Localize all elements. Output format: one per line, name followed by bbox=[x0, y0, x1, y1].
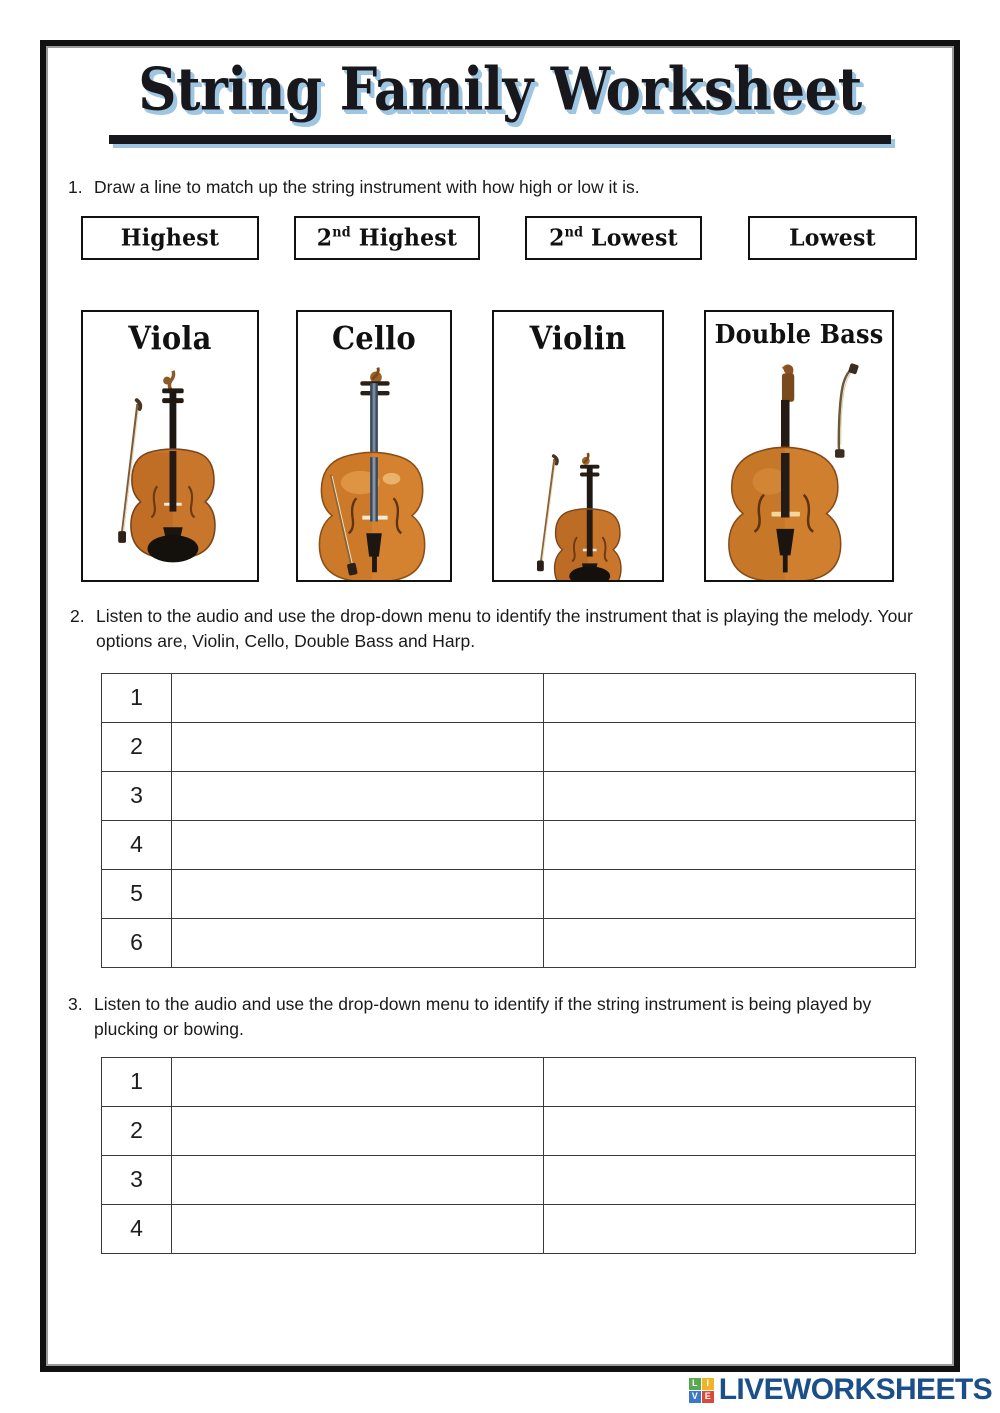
row-number: 4 bbox=[101, 1203, 172, 1254]
answer-cell-b[interactable] bbox=[543, 672, 916, 723]
violin-illustration bbox=[494, 362, 662, 596]
instrument-name-viola: Viola bbox=[128, 319, 212, 357]
page-title: String Family Worksheet bbox=[138, 54, 862, 125]
table-row: 2 bbox=[101, 1105, 916, 1156]
worksheet-page-frame: String Family Worksheet 1. Draw a line t… bbox=[40, 40, 960, 1372]
question-1-number: 1. bbox=[68, 176, 83, 197]
pitch-box-second-lowest[interactable]: 2nd Lowest bbox=[525, 216, 702, 261]
instrument-name-cello: Cello bbox=[332, 319, 416, 357]
instrument-card-cello[interactable]: Cello bbox=[296, 310, 452, 583]
logo-tile-e: E bbox=[701, 1390, 714, 1403]
answer-cell-a[interactable] bbox=[171, 1203, 544, 1254]
answer-cell-a[interactable] bbox=[171, 868, 544, 919]
answer-cell-b[interactable] bbox=[543, 770, 916, 821]
pitch-label-second-lowest: 2nd Lowest bbox=[549, 223, 678, 253]
pitch-box-highest[interactable]: Highest bbox=[81, 216, 259, 261]
cello-illustration bbox=[298, 362, 450, 583]
table-row: 1 bbox=[101, 672, 916, 723]
answer-cell-a[interactable] bbox=[171, 672, 544, 723]
answer-cell-a[interactable] bbox=[171, 819, 544, 870]
table-row: 5 bbox=[101, 868, 916, 919]
pitch-label-highest: Highest bbox=[120, 223, 220, 253]
table-row: 4 bbox=[101, 819, 916, 870]
pitch-box-lowest[interactable]: Lowest bbox=[748, 216, 917, 261]
viola-illustration bbox=[83, 362, 257, 580]
question-2: 2. Listen to the audio and use the drop-… bbox=[48, 604, 952, 655]
question-3-number: 3. bbox=[68, 993, 83, 1014]
worksheet-page: String Family Worksheet 1. Draw a line t… bbox=[46, 46, 954, 1366]
instrument-card-violin[interactable]: Violin bbox=[492, 310, 664, 596]
answer-cell-b[interactable] bbox=[543, 819, 916, 870]
table-row: 6 bbox=[101, 917, 916, 968]
pitch-label-second-highest: 2nd Highest bbox=[316, 223, 458, 253]
table-row: 4 bbox=[101, 1203, 916, 1254]
answer-cell-b[interactable] bbox=[543, 1105, 916, 1156]
answer-cell-a[interactable] bbox=[171, 917, 544, 968]
row-number: 2 bbox=[101, 721, 172, 772]
question-3-text: Listen to the audio and use the drop-dow… bbox=[94, 993, 872, 1040]
table-row: 2 bbox=[101, 721, 916, 772]
answer-cell-a[interactable] bbox=[171, 1056, 544, 1107]
answer-cell-b[interactable] bbox=[543, 917, 916, 968]
pitch-label-lowest: Lowest bbox=[789, 223, 876, 253]
question-3: 3. Listen to the audio and use the drop-… bbox=[48, 992, 952, 1043]
instrument-card-row: Viola Cello Violin Double Bass bbox=[48, 310, 952, 596]
answer-cell-b[interactable] bbox=[543, 721, 916, 772]
logo-tile-v: V bbox=[688, 1390, 701, 1403]
row-number: 3 bbox=[101, 1154, 172, 1205]
question-1: 1. Draw a line to match up the string in… bbox=[48, 175, 952, 200]
row-number: 4 bbox=[101, 819, 172, 870]
answer-cell-b[interactable] bbox=[543, 1154, 916, 1205]
question-2-number: 2. bbox=[70, 606, 85, 627]
row-number: 3 bbox=[101, 770, 172, 821]
answer-cell-b[interactable] bbox=[543, 868, 916, 919]
ordinal-suffix-nd-1: nd bbox=[332, 224, 351, 241]
answer-cell-a[interactable] bbox=[171, 721, 544, 772]
liveworksheets-brand-text: LIVEWORKSHEETS bbox=[718, 1373, 993, 1406]
liveworksheets-logo[interactable]: L I V E LIVEWORKSHEETS bbox=[688, 1373, 993, 1407]
pitch-box-second-highest[interactable]: 2nd Highest bbox=[294, 216, 480, 261]
double-bass-illustration bbox=[706, 362, 892, 583]
instrument-card-viola[interactable]: Viola bbox=[81, 310, 259, 583]
table-row: 3 bbox=[101, 770, 916, 821]
logo-tile-l: L bbox=[688, 1377, 701, 1390]
answer-cell-a[interactable] bbox=[171, 770, 544, 821]
answer-table-question-3: 1 2 3 4 bbox=[101, 1056, 916, 1254]
pitch-label-row: Highest 2nd Highest 2nd Lowest Lowest bbox=[48, 216, 952, 261]
row-number: 5 bbox=[101, 868, 172, 919]
question-2-text: Listen to the audio and use the drop-dow… bbox=[96, 606, 913, 652]
answer-cell-b[interactable] bbox=[543, 1203, 916, 1254]
answer-cell-a[interactable] bbox=[171, 1105, 544, 1156]
title-underline-bar bbox=[109, 134, 891, 144]
table-row: 3 bbox=[101, 1154, 916, 1205]
instrument-name-double-bass: Double Bass bbox=[714, 317, 884, 350]
row-number: 2 bbox=[101, 1105, 172, 1156]
answer-cell-a[interactable] bbox=[171, 1154, 544, 1205]
instrument-card-double-bass[interactable]: Double Bass bbox=[704, 310, 894, 583]
answer-cell-b[interactable] bbox=[543, 1056, 916, 1107]
ordinal-suffix-nd-2: nd bbox=[564, 224, 584, 241]
row-number: 6 bbox=[101, 917, 172, 968]
row-number: 1 bbox=[101, 672, 172, 723]
question-1-text: Draw a line to match up the string instr… bbox=[94, 176, 640, 197]
liveworksheets-tiles-icon: L I V E bbox=[688, 1377, 714, 1403]
worksheet-title-block: String Family Worksheet bbox=[48, 59, 952, 149]
title-underline-wrap bbox=[48, 131, 952, 149]
table-row: 1 bbox=[101, 1056, 916, 1107]
answer-table-question-2: 1 2 3 4 5 6 bbox=[101, 672, 916, 968]
instrument-name-violin: Violin bbox=[529, 319, 627, 357]
row-number: 1 bbox=[101, 1056, 172, 1107]
logo-tile-i: I bbox=[701, 1377, 714, 1390]
